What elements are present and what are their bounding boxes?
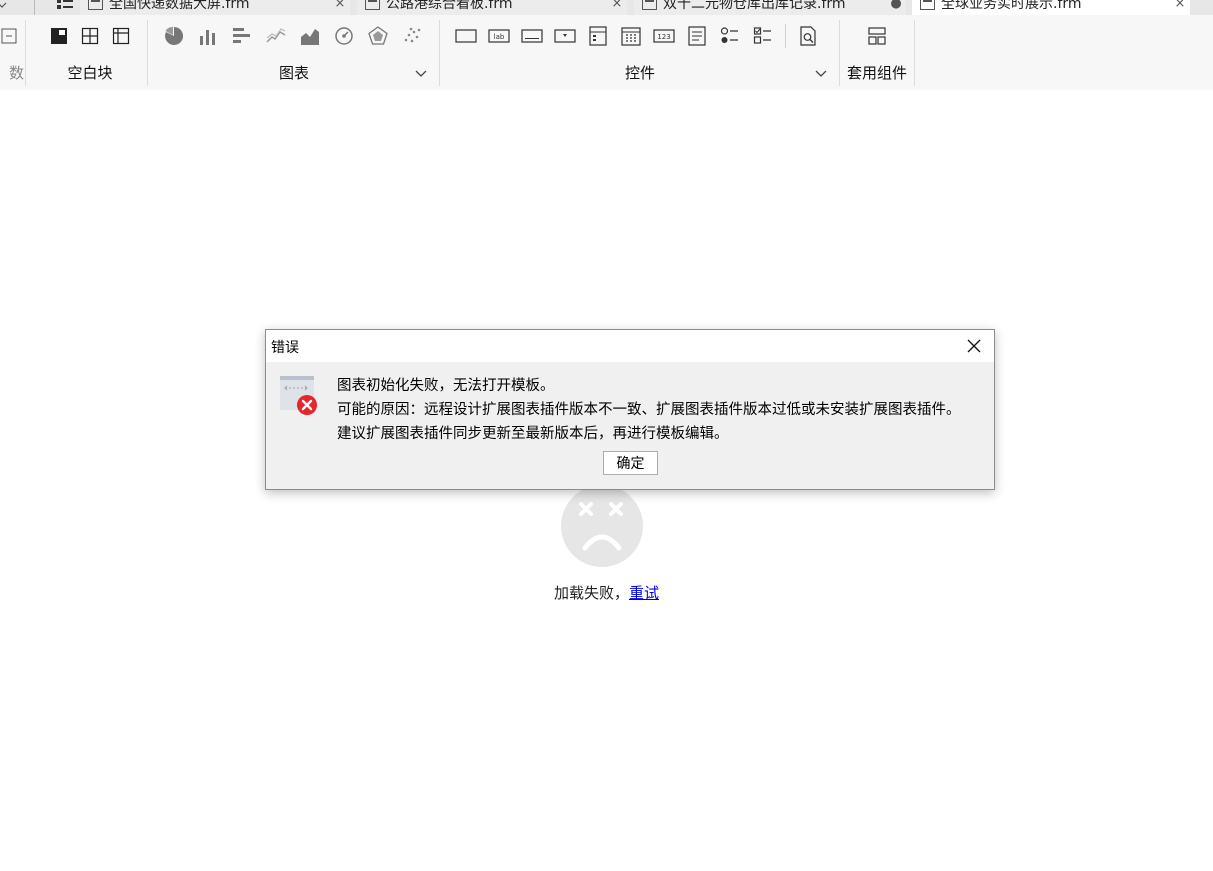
text-area-widget-icon[interactable] xyxy=(686,25,708,47)
combo-box-widget-icon[interactable] xyxy=(554,25,576,47)
ribbon-toolbar: 数 空白块 图表 lab 123 控件 套用组件 xyxy=(0,15,1213,90)
date-widget-icon[interactable] xyxy=(620,25,642,47)
ribbon-group-chart: 图表 xyxy=(150,15,438,90)
ribbon-group-template-component: 套用组件 xyxy=(840,15,914,90)
chart-error-icon xyxy=(279,374,319,416)
tree-combo-widget-icon[interactable] xyxy=(587,25,609,47)
ribbon-group-label-blank-block: 空白块 xyxy=(67,64,113,82)
tab-overflow-chevron-icon[interactable] xyxy=(0,0,8,8)
bar-chart-icon[interactable] xyxy=(231,25,253,47)
ribbon-divider xyxy=(25,20,26,86)
load-failed-message: 加载失败，重试 xyxy=(0,582,1213,603)
close-icon xyxy=(967,339,981,353)
report-block-icon[interactable] xyxy=(110,25,132,47)
tab-title: 全球业务实时展示.frm xyxy=(941,0,1082,12)
pie-chart-icon[interactable] xyxy=(163,25,185,47)
tab-close-icon[interactable]: × xyxy=(1170,0,1190,11)
ribbon-group-widget: lab 123 控件 xyxy=(442,15,838,90)
error-dialog: 错误 图表初始化失败，无法打开模板。 可能的原因：远程设计扩展图表插件版本不一致… xyxy=(265,329,995,490)
retry-link[interactable]: 重试 xyxy=(629,584,659,602)
chart-group-expand-chevron-icon[interactable] xyxy=(414,65,428,79)
tab-title: 全国快递数据大屏.frm xyxy=(109,0,250,12)
search-query-widget-icon[interactable] xyxy=(797,25,819,47)
tab-strip-divider xyxy=(34,0,35,15)
file-icon xyxy=(88,0,103,10)
tab-close-icon[interactable]: × xyxy=(330,0,350,11)
tab-close-icon[interactable]: × xyxy=(607,0,627,11)
ribbon-divider xyxy=(914,20,915,86)
text-field-widget-icon[interactable] xyxy=(521,25,543,47)
gauge-chart-icon[interactable] xyxy=(333,25,355,47)
tab-3[interactable]: 双十二元物仓库出库记录.frm ● xyxy=(634,0,906,15)
button-widget-icon[interactable] xyxy=(455,25,477,47)
ribbon-group-label-template-component: 套用组件 xyxy=(846,64,907,82)
dialog-titlebar[interactable]: 错误 xyxy=(266,330,994,362)
checkbox-group-widget-icon[interactable] xyxy=(752,25,774,47)
parameter-panel-icon[interactable] xyxy=(0,25,20,47)
widget-group-expand-chevron-icon[interactable] xyxy=(814,65,828,79)
dialog-close-button[interactable] xyxy=(962,335,986,357)
tab-2[interactable]: 公路港综合看板.frm × xyxy=(357,0,627,15)
number-widget-icon[interactable]: 123 xyxy=(653,25,675,47)
radar-chart-icon[interactable] xyxy=(367,25,389,47)
line-chart-icon[interactable] xyxy=(265,25,287,47)
tab-modified-dot-icon[interactable]: ● xyxy=(886,0,906,11)
radio-group-widget-icon[interactable] xyxy=(719,25,741,47)
ribbon-group-label-chart: 图表 xyxy=(278,64,309,82)
ok-button[interactable]: 确定 xyxy=(603,451,658,475)
label-widget-icon[interactable]: lab xyxy=(488,25,510,47)
error-message-line-2: 可能的原因：远程设计扩展图表插件版本不一致、扩展图表插件版本过低或未安装扩展图表… xyxy=(337,402,961,418)
tab-1[interactable]: 全国快递数据大屏.frm × xyxy=(80,0,350,15)
sad-face-icon xyxy=(560,484,644,568)
ribbon-group-blank-block: 空白块 xyxy=(36,15,144,90)
ribbon-divider xyxy=(439,20,440,86)
tab-block-icon[interactable] xyxy=(79,25,101,47)
absolute-canvas-block-icon[interactable] xyxy=(48,25,70,47)
file-icon xyxy=(642,0,657,10)
template-component-icon[interactable] xyxy=(866,25,888,47)
widget-group-divider xyxy=(785,24,786,48)
tab-list-icon[interactable] xyxy=(56,0,74,9)
file-icon xyxy=(365,0,380,10)
column-chart-icon[interactable] xyxy=(197,25,219,47)
ribbon-group-label: 数 xyxy=(8,64,24,82)
svg-text:lab: lab xyxy=(494,33,505,41)
ribbon-group-cut-left: 数 xyxy=(0,15,24,90)
document-tab-strip: 全国快递数据大屏.frm × 公路港综合看板.frm × 双十二元物仓库出库记录… xyxy=(0,0,1213,15)
tab-4-active[interactable]: 全球业务实时展示.frm × xyxy=(912,0,1190,15)
ribbon-divider xyxy=(147,20,148,86)
error-message-line-3: 建议扩展图表插件同步更新至最新版本后，再进行模板编辑。 xyxy=(337,426,729,442)
error-message-line-1: 图表初始化失败，无法打开模板。 xyxy=(337,378,555,394)
scatter-chart-icon[interactable] xyxy=(401,25,423,47)
area-chart-icon[interactable] xyxy=(299,25,321,47)
load-failed-text: 加载失败， xyxy=(553,584,629,602)
svg-text:123: 123 xyxy=(657,33,670,41)
ribbon-group-label-widget: 控件 xyxy=(624,64,655,82)
tab-title: 公路港综合看板.frm xyxy=(386,0,513,12)
file-icon xyxy=(920,0,935,10)
dialog-title: 错误 xyxy=(271,340,299,356)
tab-title: 双十二元物仓库出库记录.frm xyxy=(663,0,846,12)
